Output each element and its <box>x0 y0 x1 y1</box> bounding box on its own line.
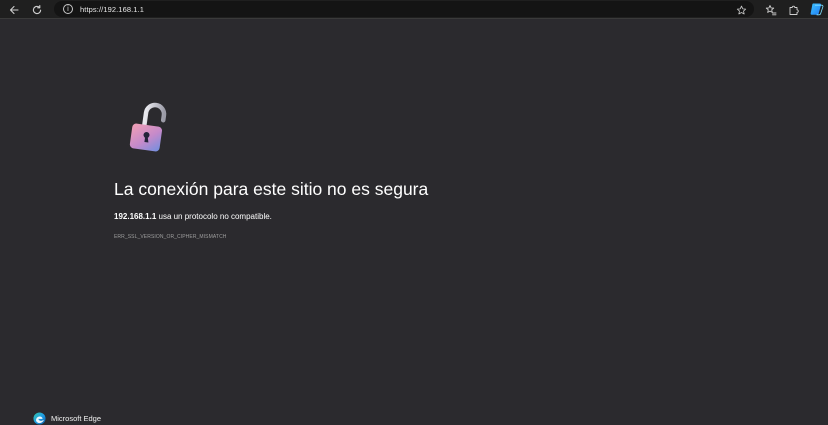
browser-toolbar: i https://192.168.1.1 <box>0 0 828 19</box>
microsoft-edge-logo-icon <box>33 412 46 425</box>
host-name: 192.168.1.1 <box>114 212 157 221</box>
reload-button[interactable] <box>28 1 46 18</box>
reload-icon <box>32 4 42 14</box>
address-bar[interactable]: i https://192.168.1.1 <box>54 1 754 17</box>
copilot-button[interactable] <box>810 2 824 16</box>
back-arrow-icon <box>9 5 19 14</box>
footer-brand: Microsoft Edge <box>33 412 101 425</box>
unlocked-padlock-icon <box>129 102 167 152</box>
address-text[interactable]: https://192.168.1.1 <box>80 5 144 14</box>
error-page: La conexión para este sitio no es segura… <box>0 19 828 425</box>
star-icon <box>736 5 747 15</box>
back-button[interactable] <box>5 1 23 18</box>
favorites-button[interactable] <box>762 1 780 18</box>
favorites-icon <box>765 4 777 15</box>
error-description: 192.168.1.1 usa un protocolo no compatib… <box>114 212 272 221</box>
puzzle-icon <box>789 5 799 15</box>
error-code: ERR_SSL_VERSION_OR_CIPHER_MISMATCH <box>114 234 227 240</box>
info-icon[interactable]: i <box>63 4 73 14</box>
copilot-icon <box>810 3 824 16</box>
extensions-button[interactable] <box>785 1 803 18</box>
error-description-text: usa un protocolo no compatible. <box>156 212 272 221</box>
page-title: La conexión para este sitio no es segura <box>114 179 429 199</box>
footer-brand-label: Microsoft Edge <box>51 414 102 423</box>
favorite-button[interactable] <box>736 3 748 15</box>
